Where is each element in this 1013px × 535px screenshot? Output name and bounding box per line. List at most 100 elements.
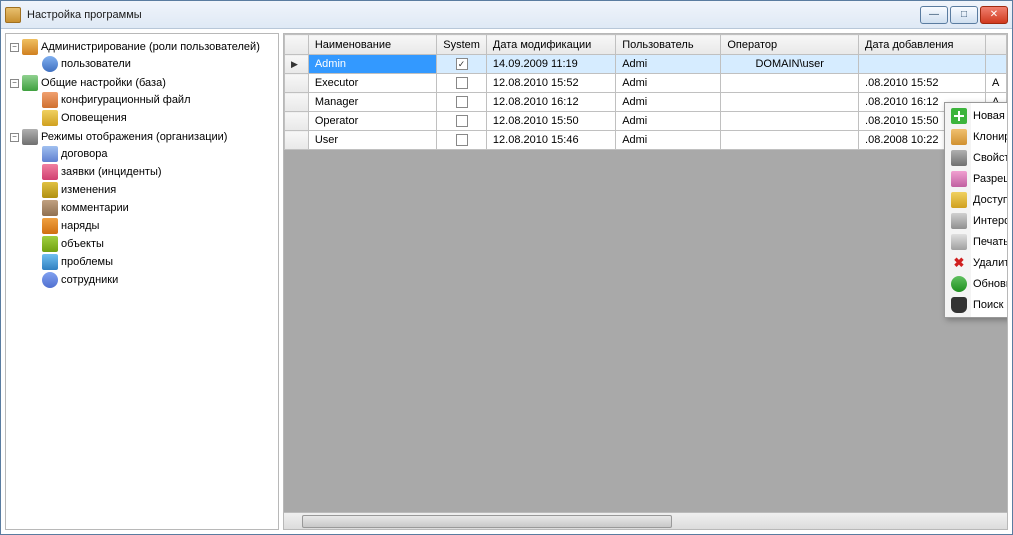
cell-modified[interactable]: 12.08.2010 16:12 xyxy=(486,93,615,112)
cell-user[interactable]: Admi xyxy=(616,55,721,74)
checkbox-icon[interactable]: ✓ xyxy=(456,58,468,70)
props-icon xyxy=(951,150,967,166)
tree-node-tickets[interactable]: заявки (инциденты) xyxy=(28,164,276,180)
gear-icon xyxy=(22,129,38,145)
cell-extra[interactable]: A xyxy=(986,74,1007,93)
menu-item-свойства[interactable]: СвойстваF4 xyxy=(947,147,1008,168)
roles-grid[interactable]: Наименование System Дата модификации Пол… xyxy=(284,34,1007,150)
tree-node-contracts[interactable]: договора xyxy=(28,146,276,162)
tree-node-notify[interactable]: Оповещения xyxy=(28,110,276,126)
cell-user[interactable]: Admi xyxy=(616,93,721,112)
cell-operator[interactable] xyxy=(721,93,859,112)
table-row[interactable]: Manager12.08.2010 16:12Admi.08.2010 16:1… xyxy=(285,93,1007,112)
tree-node-objects[interactable]: объекты xyxy=(28,236,276,252)
cell-modified[interactable]: 14.09.2009 11:19 xyxy=(486,55,615,74)
checkbox-icon[interactable] xyxy=(456,96,468,108)
col-user[interactable]: Пользователь xyxy=(616,35,721,55)
window-title: Настройка программы xyxy=(27,9,920,21)
cell-operator[interactable] xyxy=(721,112,859,131)
tree-node-config[interactable]: конфигурационный файл xyxy=(28,92,276,108)
cell-extra[interactable] xyxy=(986,55,1007,74)
tree-node-changes[interactable]: изменения xyxy=(28,182,276,198)
menu-item-интерфейс[interactable]: ИнтерфейсF10 xyxy=(947,210,1008,231)
cell-added[interactable]: .08.2010 15:52 xyxy=(859,74,986,93)
collapse-icon[interactable]: − xyxy=(10,133,19,142)
collapse-icon[interactable]: − xyxy=(10,79,19,88)
window-buttons: — □ ✕ xyxy=(920,6,1008,24)
new-icon xyxy=(951,108,967,124)
menu-item-label: Интерфейс xyxy=(973,215,1008,227)
cell-name[interactable]: Manager xyxy=(308,93,436,112)
menu-item-label: Свойства xyxy=(973,152,1008,164)
menu-item-разрешения[interactable]: РазрешенияF6 xyxy=(947,168,1008,189)
cell-system[interactable]: ✓ xyxy=(437,55,487,74)
grid-empty-area xyxy=(284,150,1007,512)
minimize-button[interactable]: — xyxy=(920,6,948,24)
menu-item-доступ-к-данным[interactable]: Доступ к даннымF9 xyxy=(947,189,1008,210)
collapse-icon[interactable]: − xyxy=(10,43,19,52)
col-modified[interactable]: Дата модификации xyxy=(486,35,615,55)
checkbox-icon[interactable] xyxy=(456,77,468,89)
col-extra[interactable] xyxy=(986,35,1007,55)
cell-system[interactable] xyxy=(437,131,487,150)
tree-label: Администрирование (роли пользователей) xyxy=(41,41,260,53)
maximize-button[interactable]: □ xyxy=(950,6,978,24)
menu-item-обновить[interactable]: ОбновитьF5 xyxy=(947,273,1008,294)
cell-operator[interactable] xyxy=(721,74,859,93)
bell-icon xyxy=(42,110,58,126)
cell-name[interactable]: User xyxy=(308,131,436,150)
col-system[interactable]: System xyxy=(437,35,487,55)
cell-modified[interactable]: 12.08.2010 15:52 xyxy=(486,74,615,93)
tree-node-problems[interactable]: проблемы xyxy=(28,254,276,270)
tree-node-general[interactable]: − Общие настройки (база) xyxy=(10,75,276,91)
tree-node-users[interactable]: пользователи xyxy=(28,56,276,72)
menu-item-поиск[interactable]: ПоискCtrl+F xyxy=(947,294,1008,315)
tree-label: объекты xyxy=(61,238,104,250)
cell-operator[interactable] xyxy=(721,131,859,150)
cell-modified[interactable]: 12.08.2010 15:46 xyxy=(486,131,615,150)
cell-name[interactable]: Admin xyxy=(308,55,436,74)
menu-item-новая-роль[interactable]: Новая рольIns xyxy=(947,105,1008,126)
menu-item-удалить[interactable]: ✖УдалитьDel xyxy=(947,252,1008,273)
cell-name[interactable]: Operator xyxy=(308,112,436,131)
tree-node-views[interactable]: − Режимы отображения (организации) xyxy=(10,129,276,145)
table-row[interactable]: User12.08.2010 15:46Admi.08.2008 10:22U xyxy=(285,131,1007,150)
col-added[interactable]: Дата добавления xyxy=(859,35,986,55)
col-operator[interactable]: Оператор xyxy=(721,35,859,55)
row-indicator xyxy=(285,55,309,74)
cell-modified[interactable]: 12.08.2010 15:50 xyxy=(486,112,615,131)
table-row[interactable]: Admin ✓ 14.09.2009 11:19AdmiDOMAIN\user xyxy=(285,55,1007,74)
tree-node-comments[interactable]: комментарии xyxy=(28,200,276,216)
cell-system[interactable] xyxy=(437,93,487,112)
cell-user[interactable]: Admi xyxy=(616,112,721,131)
close-button[interactable]: ✕ xyxy=(980,6,1008,24)
menu-item-label: Новая роль xyxy=(973,110,1008,122)
tree-label: Общие настройки (база) xyxy=(41,77,166,89)
cell-operator[interactable]: DOMAIN\user xyxy=(721,55,859,74)
cell-user[interactable]: Admi xyxy=(616,131,721,150)
tree-label: изменения xyxy=(61,184,116,196)
table-row[interactable]: Executor 12.08.2010 15:52Admi .08.2010 15:… xyxy=(285,74,1007,93)
tree-label: пользователи xyxy=(61,58,131,70)
scrollbar-thumb[interactable] xyxy=(302,515,672,528)
tree-node-orders[interactable]: наряды xyxy=(28,218,276,234)
menu-item-печать-таблицы[interactable]: Печать таблицыCtrl+P xyxy=(947,231,1008,252)
horizontal-scrollbar[interactable] xyxy=(284,512,1007,529)
cell-system[interactable] xyxy=(437,112,487,131)
menu-item-label: Поиск xyxy=(973,299,1008,311)
tree-label: конфигурационный файл xyxy=(61,94,191,106)
cell-name[interactable]: Executor xyxy=(308,74,436,93)
checkbox-icon[interactable] xyxy=(456,134,468,146)
cell-system[interactable] xyxy=(437,74,487,93)
row-indicator xyxy=(285,74,309,93)
tree-node-admin[interactable]: − Администрирование (роли пользователей) xyxy=(10,39,276,55)
ui-icon xyxy=(951,213,967,229)
tree-node-staff[interactable]: сотрудники xyxy=(28,272,276,288)
col-name[interactable]: Наименование xyxy=(308,35,436,55)
checkbox-icon[interactable] xyxy=(456,115,468,127)
table-row[interactable]: Operator12.08.2010 15:50Admi.08.2010 15:… xyxy=(285,112,1007,131)
row-header-blank xyxy=(285,35,309,55)
cell-added[interactable] xyxy=(859,55,986,74)
menu-item-клонировать[interactable]: КлонироватьCtrl+Ins xyxy=(947,126,1008,147)
cell-user[interactable]: Admi xyxy=(616,74,721,93)
